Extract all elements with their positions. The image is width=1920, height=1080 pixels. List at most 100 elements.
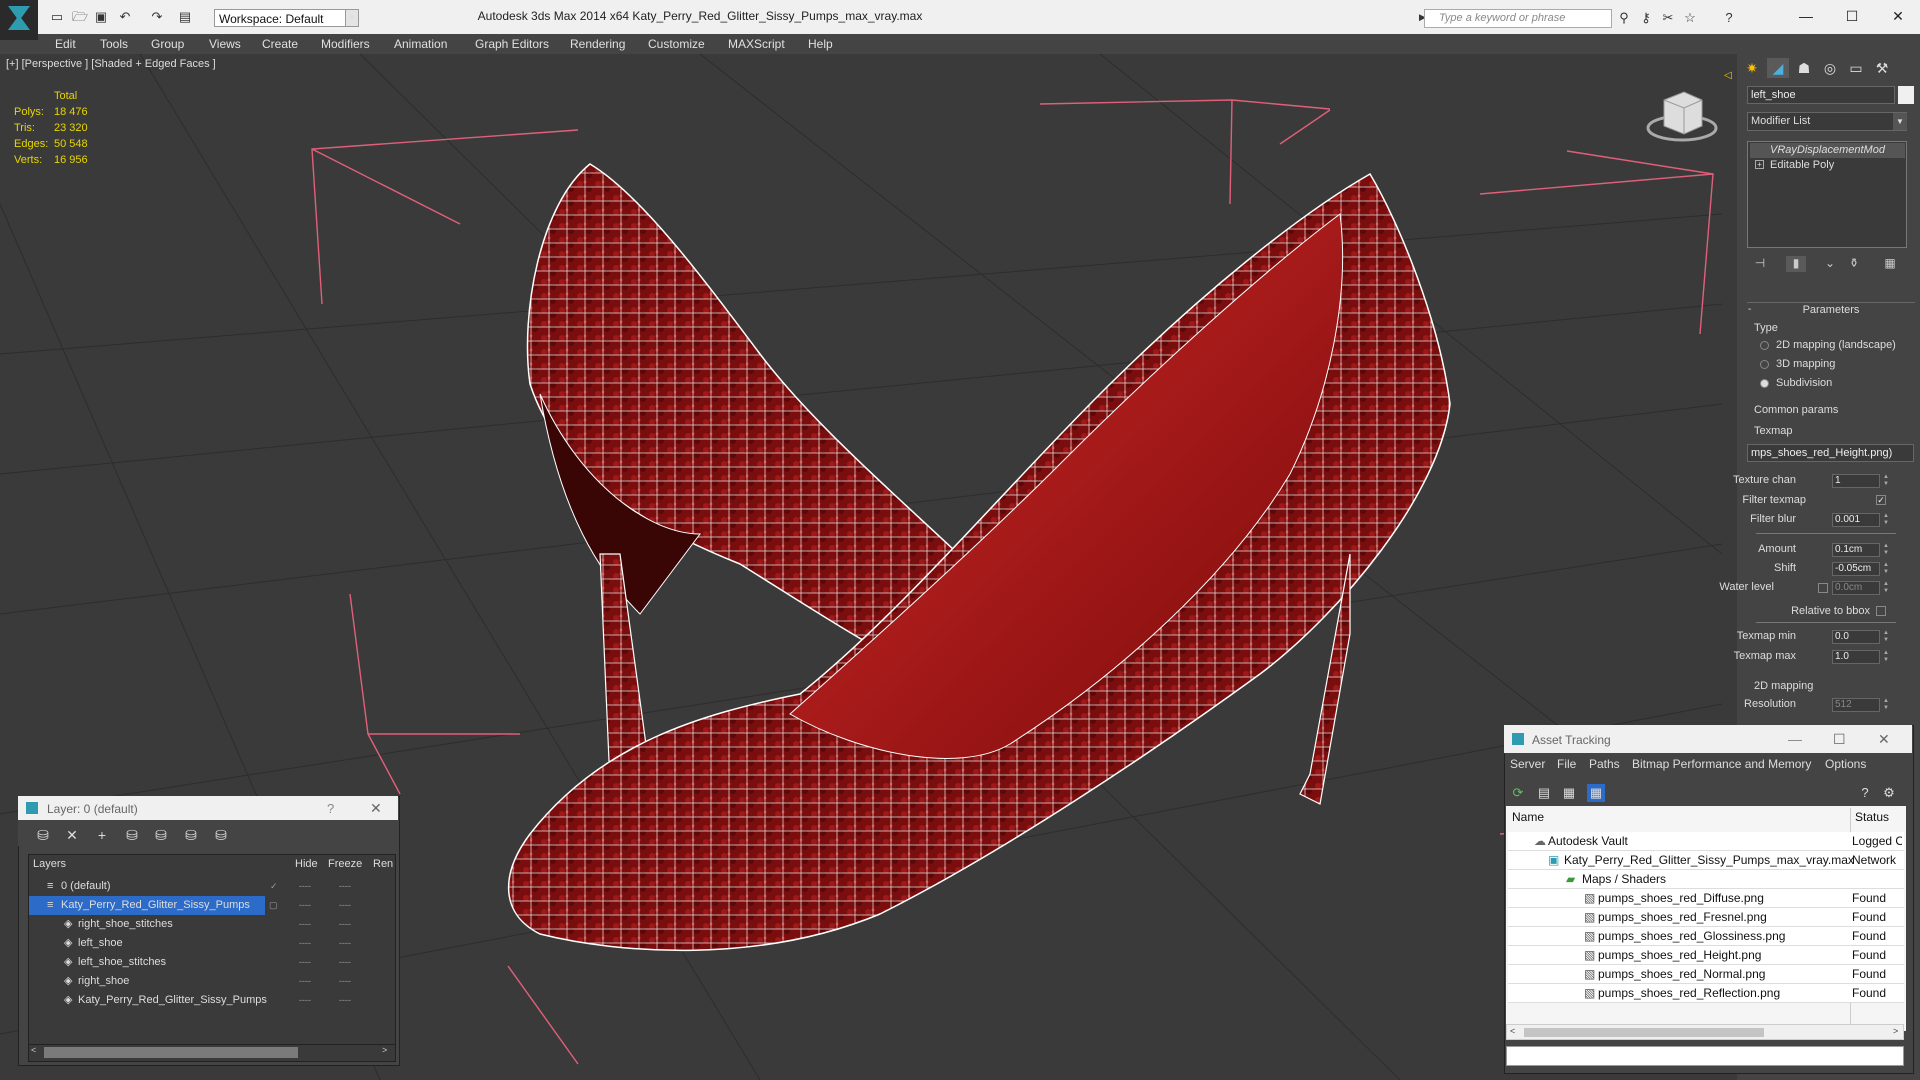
hide-toggle[interactable]: ---- xyxy=(299,896,311,915)
column-header-status[interactable]: Status xyxy=(1855,808,1889,826)
radio-3d-mapping-label[interactable]: 3D mapping xyxy=(1776,358,1835,370)
relative-to-bbox-checkbox[interactable] xyxy=(1876,606,1886,616)
scrollbar-thumb[interactable] xyxy=(44,1047,298,1058)
detail-view-icon[interactable]: ▦ xyxy=(1560,784,1578,802)
column-header-render[interactable]: Ren xyxy=(373,856,393,872)
filter-texmap-checkbox[interactable]: ✓ xyxy=(1876,495,1886,505)
layer-row[interactable]: ◈ Katy_Perry_Red_Glitter_Sissy_Pumps ---… xyxy=(29,991,393,1010)
layer-row[interactable]: ◈ left_shoe ---- ---- xyxy=(29,934,393,953)
key-icon[interactable]: ⚷ xyxy=(1639,11,1653,25)
hide-all-icon[interactable]: ⛁ xyxy=(182,826,200,844)
asset-menu-file[interactable]: File xyxy=(1557,757,1576,771)
column-header-name[interactable]: Name xyxy=(1512,808,1544,826)
create-tab-icon[interactable]: ✷ xyxy=(1741,58,1763,78)
help-icon[interactable]: ? xyxy=(1722,11,1736,25)
asset-row[interactable]: ▧ pumps_shoes_red_Normal.png Found xyxy=(1508,965,1904,984)
resolution-input[interactable]: 512 xyxy=(1832,698,1880,712)
asset-menu-paths[interactable]: Paths xyxy=(1589,757,1620,771)
texture-chan-input[interactable]: 1 xyxy=(1832,474,1880,488)
column-header-layers[interactable]: Layers xyxy=(33,856,66,872)
hide-toggle[interactable]: ---- xyxy=(299,972,311,991)
view-cube[interactable] xyxy=(1646,91,1718,142)
freeze-toggle[interactable]: ---- xyxy=(339,953,351,972)
layer-row[interactable]: ◈ left_shoe_stitches ---- ---- xyxy=(29,953,393,972)
asset-menu-options[interactable]: Options xyxy=(1825,757,1866,771)
stack-item-editable-poly[interactable]: Editable Poly xyxy=(1750,158,1905,173)
freeze-toggle[interactable]: ---- xyxy=(339,896,351,915)
chevron-left-icon[interactable]: ◁ xyxy=(1724,70,1732,81)
asset-minimize-button[interactable]: — xyxy=(1788,731,1802,747)
spinner-icon[interactable]: ▲ ▼ xyxy=(1882,698,1890,712)
amount-input[interactable]: 0.1cm xyxy=(1832,543,1880,557)
minimize-button[interactable]: — xyxy=(1786,6,1826,26)
chevron-right-icon[interactable]: > xyxy=(1893,1026,1898,1036)
add-to-layer-icon[interactable]: + xyxy=(93,826,111,844)
pin-stack-icon[interactable]: ⊣ xyxy=(1750,256,1770,272)
asset-row[interactable]: ▰ Maps / Shaders xyxy=(1508,870,1904,889)
column-header-hide[interactable]: Hide xyxy=(295,856,318,872)
menu-group[interactable]: Group xyxy=(151,34,184,54)
menu-modifiers[interactable]: Modifiers xyxy=(321,34,370,54)
hide-toggle[interactable]: ---- xyxy=(299,877,311,896)
asset-row[interactable]: ▣ Katy_Perry_Red_Glitter_Sissy_Pumps_max… xyxy=(1508,851,1904,870)
hide-toggle[interactable]: ---- xyxy=(299,991,311,1010)
radio-3d-mapping[interactable] xyxy=(1760,360,1769,369)
list-view-icon[interactable]: ▤ xyxy=(1535,784,1553,802)
close-button[interactable]: ✕ xyxy=(1878,6,1918,26)
hide-toggle[interactable]: ---- xyxy=(299,953,311,972)
freeze-all-icon[interactable]: ⛁ xyxy=(212,826,230,844)
asset-menu-server[interactable]: Server xyxy=(1510,757,1545,771)
menu-customize[interactable]: Customize xyxy=(648,34,705,54)
menu-edit[interactable]: Edit xyxy=(55,34,76,54)
menu-help[interactable]: Help xyxy=(808,34,833,54)
create-layer-icon[interactable]: ⛁ xyxy=(34,826,52,844)
layer-dialog-close-button[interactable]: ✕ xyxy=(370,800,382,817)
motion-tab-icon[interactable]: ◎ xyxy=(1819,58,1841,78)
filter-blur-input[interactable]: 0.001 xyxy=(1832,513,1880,527)
search-input[interactable]: Type a keyword or phrase xyxy=(1424,9,1612,28)
hide-toggle[interactable]: ---- xyxy=(299,915,311,934)
parameters-rollout-header[interactable]: Parameters xyxy=(1747,302,1915,317)
highlight-layer-icon[interactable]: ⛁ xyxy=(152,826,170,844)
menu-graph-editors[interactable]: Graph Editors xyxy=(475,34,549,54)
make-unique-icon[interactable]: ⌄ xyxy=(1820,256,1840,272)
show-end-result-icon[interactable]: ▮ xyxy=(1786,256,1806,272)
vault-help-icon[interactable]: ? xyxy=(1856,784,1874,802)
chevron-left-icon[interactable]: < xyxy=(1510,1026,1515,1036)
radio-2d-mapping[interactable] xyxy=(1760,341,1769,350)
layer-row[interactable]: ◈ right_shoe_stitches ---- ---- xyxy=(29,915,393,934)
menu-create[interactable]: Create xyxy=(262,34,298,54)
layer-dialog-help-button[interactable]: ? xyxy=(327,801,334,816)
spinner-icon[interactable]: ▲ ▼ xyxy=(1882,562,1890,576)
water-level-checkbox[interactable] xyxy=(1818,583,1828,593)
delete-layer-icon[interactable]: ✕ xyxy=(63,826,81,844)
menu-views[interactable]: Views xyxy=(209,34,241,54)
scrollbar-thumb[interactable] xyxy=(1524,1028,1764,1037)
spinner-icon[interactable]: ▲ ▼ xyxy=(1882,513,1890,527)
texmap-min-input[interactable]: 0.0 xyxy=(1832,630,1880,644)
menu-tools[interactable]: Tools xyxy=(100,34,128,54)
chevron-right-icon[interactable]: > xyxy=(382,1045,387,1055)
water-level-input[interactable]: 0.0cm xyxy=(1832,581,1880,595)
asset-row[interactable]: ▧ pumps_shoes_red_Glossiness.png Found xyxy=(1508,927,1904,946)
select-objects-icon[interactable]: ⛁ xyxy=(123,826,141,844)
maximize-button[interactable]: ☐ xyxy=(1832,6,1872,26)
chevron-left-icon[interactable]: < xyxy=(31,1045,36,1055)
object-color-swatch[interactable] xyxy=(1898,86,1914,104)
utilities-tab-icon[interactable]: ⚒ xyxy=(1871,58,1893,78)
asset-close-button[interactable]: ✕ xyxy=(1878,731,1890,748)
chevron-down-icon[interactable]: ▼ xyxy=(1893,113,1907,130)
layer-row[interactable]: ≡ 0 (default) ✓ ---- ---- xyxy=(29,877,393,896)
subscription-icon[interactable]: ✂ xyxy=(1661,11,1675,25)
set-current-checkbox[interactable]: ▢ xyxy=(269,896,278,915)
favorites-star-icon[interactable]: ☆ xyxy=(1683,11,1697,25)
freeze-toggle[interactable]: ---- xyxy=(339,972,351,991)
spinner-icon[interactable]: ▲ ▼ xyxy=(1882,543,1890,557)
spinner-icon[interactable]: ▲ ▼ xyxy=(1882,474,1890,488)
column-header-freeze[interactable]: Freeze xyxy=(328,856,362,872)
asset-row[interactable]: ▧ pumps_shoes_red_Reflection.png Found xyxy=(1508,984,1904,1003)
menu-animation[interactable]: Animation xyxy=(394,34,447,54)
radio-2d-mapping-label[interactable]: 2D mapping (landscape) xyxy=(1776,339,1896,351)
asset-row[interactable]: ▧ pumps_shoes_red_Height.png Found xyxy=(1508,946,1904,965)
menu-rendering[interactable]: Rendering xyxy=(570,34,625,54)
